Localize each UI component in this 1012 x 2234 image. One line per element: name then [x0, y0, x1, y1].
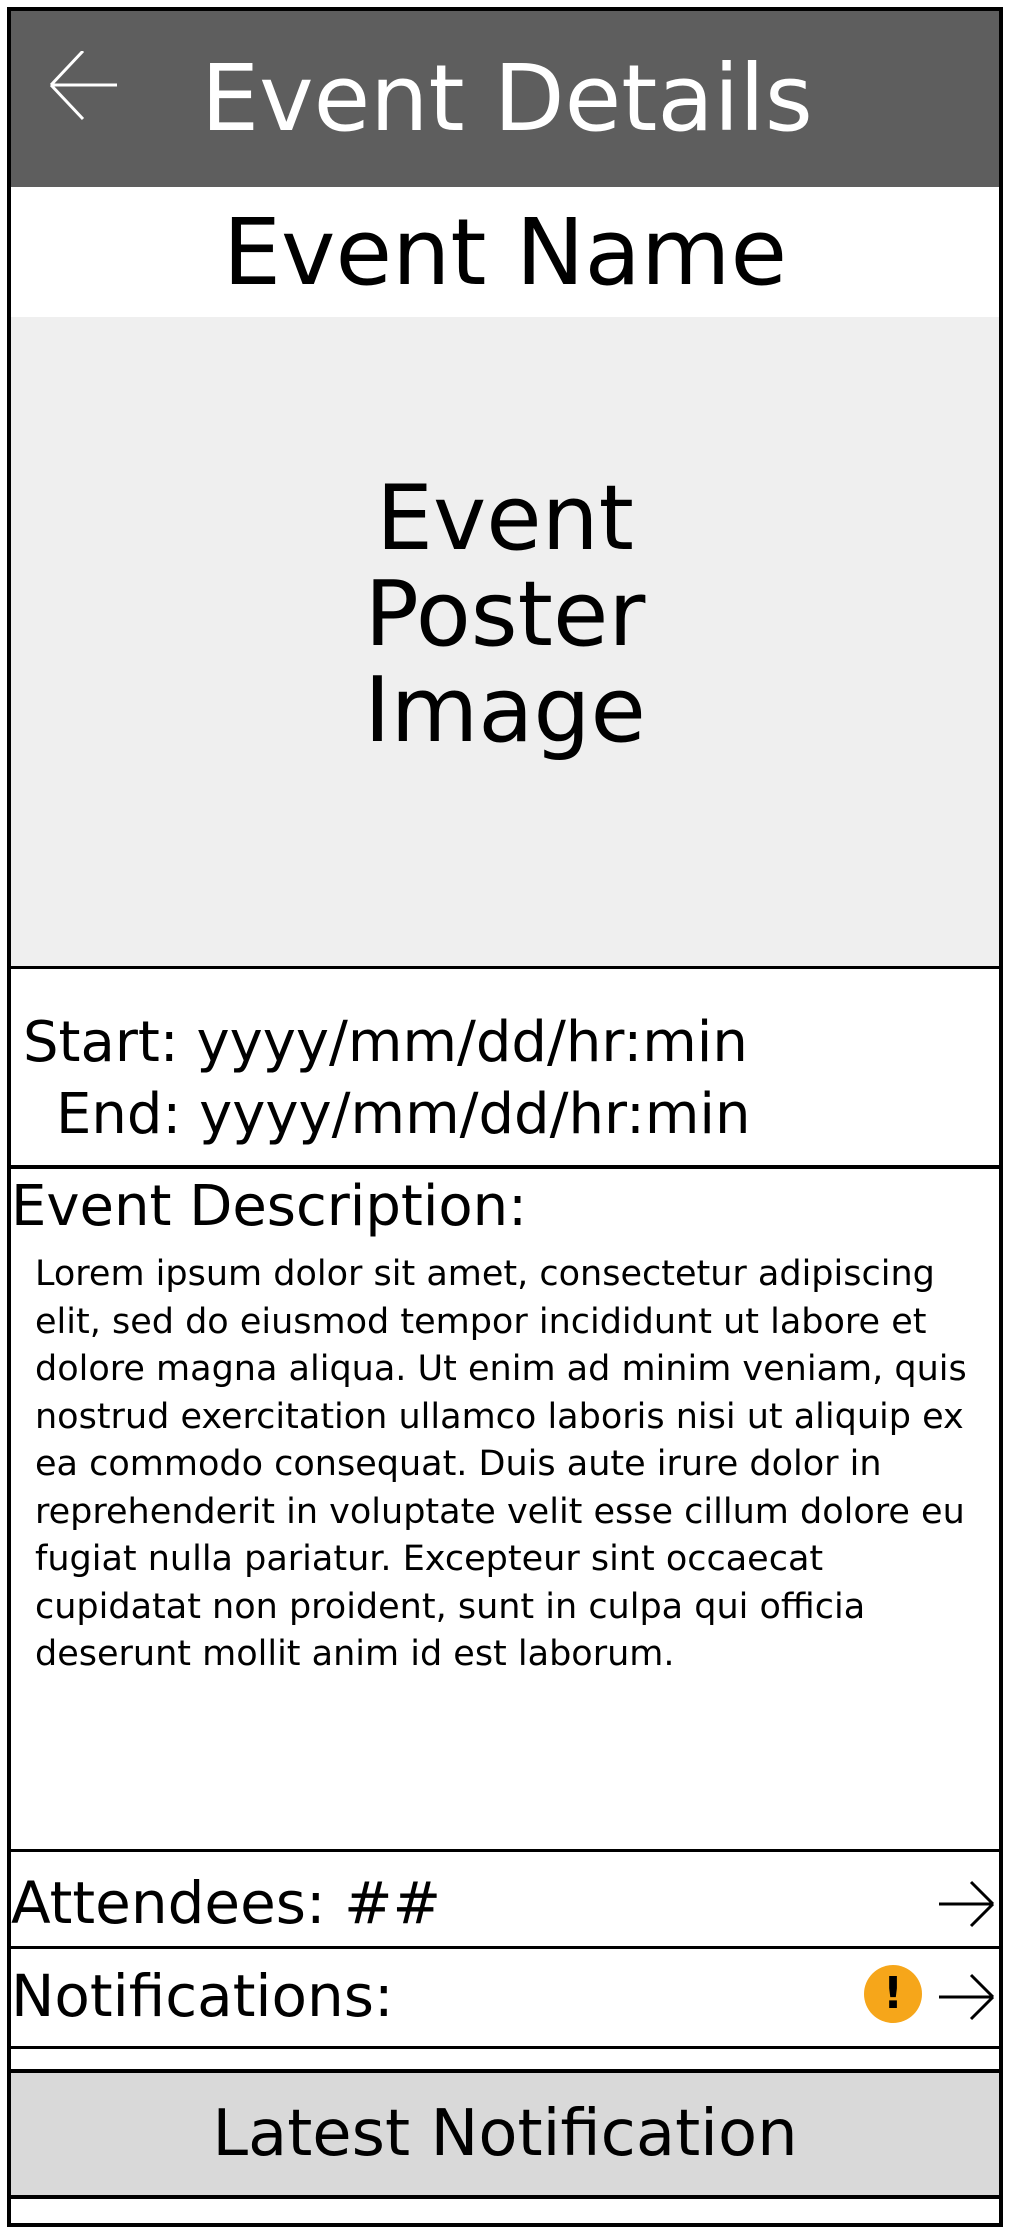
- start-date: Start: yyyy/mm/dd/hr:min: [23, 1010, 748, 1075]
- event-poster-image: Event Poster Image: [11, 317, 999, 969]
- back-button[interactable]: [47, 49, 157, 161]
- attendees-row[interactable]: Attendees: ##: [11, 1849, 999, 1949]
- attendees-label: Attendees: ##: [11, 1869, 442, 1937]
- page-title: Event Details: [201, 45, 813, 152]
- alert-icon: !: [864, 1965, 922, 2023]
- notifications-row[interactable]: Notifications:: [11, 1946, 999, 2046]
- event-name: Event Name: [222, 198, 788, 306]
- header-bar: Event Details: [11, 11, 999, 187]
- event-dates: Start: yyyy/mm/dd/hr:min End: yyyy/mm/dd…: [11, 969, 999, 1169]
- app-frame: Event Details Event Name Event Poster Im…: [7, 7, 1003, 2227]
- notifications-label: Notifications:: [11, 1962, 394, 2030]
- poster-placeholder-text: Event Poster Image: [364, 466, 646, 763]
- description-body: Lorem ipsum dolor sit amet, consectetur …: [35, 1254, 967, 1674]
- latest-notification-button[interactable]: Latest Notification: [11, 2069, 999, 2199]
- arrow-right-icon[interactable]: [937, 1973, 997, 2021]
- divider: [11, 2046, 999, 2056]
- end-date: End: yyyy/mm/dd/hr:min: [56, 1082, 751, 1147]
- description-title: Event Description:: [11, 1174, 528, 1239]
- arrow-left-icon: [49, 49, 117, 121]
- arrow-right-icon[interactable]: [937, 1880, 997, 1928]
